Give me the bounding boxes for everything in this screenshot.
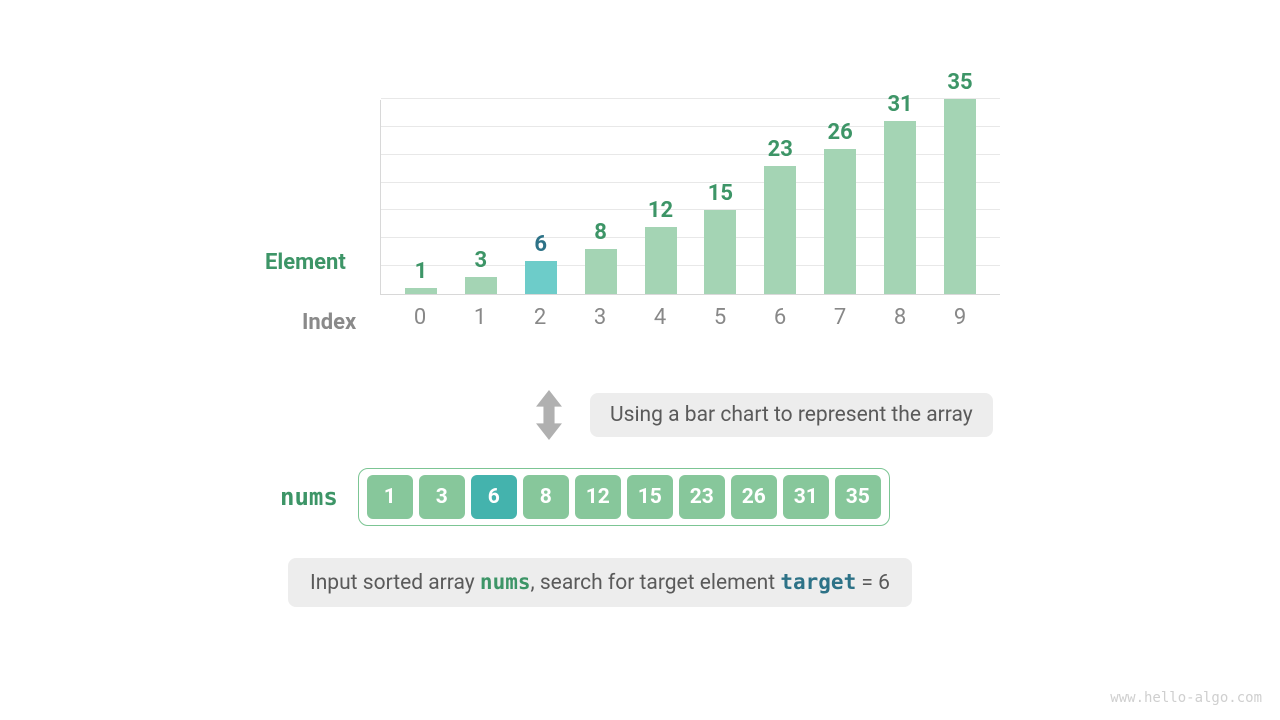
bar-value-label: 3 [475,248,488,273]
double-arrow-icon [530,390,568,440]
bar-value-label: 8 [594,220,607,245]
arrow-caption-section: Using a bar chart to represent the array [530,390,993,440]
bar-value-label: 12 [648,198,673,223]
bar [944,99,976,294]
bar [405,288,437,294]
desc-prefix: Input sorted array [310,571,480,595]
bar-group: 1 [396,259,446,294]
index-label: 4 [635,305,685,330]
bar-value-label: 15 [708,181,733,206]
index-label: 9 [935,305,985,330]
description-box: Input sorted array nums, search for targ… [288,558,912,607]
array-section: nums 1368121523263135 [280,468,890,526]
array-box: 1368121523263135 [358,468,890,526]
desc-array-name: nums [480,570,531,594]
bar-value-label: 23 [768,137,793,162]
index-label: 7 [815,305,865,330]
bar-chart: Element Index 1368121523263135 012345678… [280,100,1000,360]
bar-group: 31 [875,92,925,294]
bar [764,166,796,294]
array-cell: 31 [783,475,829,519]
array-cell: 26 [731,475,777,519]
element-axis-label: Element [265,250,346,275]
bar [824,149,856,294]
bar [704,210,736,294]
array-cell: 23 [679,475,725,519]
index-label: 3 [575,305,625,330]
bar-value-label: 6 [534,232,547,257]
desc-mid: , search for target element [531,571,781,595]
array-label: nums [280,483,338,511]
index-label: 2 [515,305,565,330]
bar-group: 26 [815,120,865,294]
desc-target-name: target [780,570,856,594]
array-cell: 1 [367,475,413,519]
array-cell: 15 [627,475,673,519]
bar [884,121,916,294]
plot-area: 1368121523263135 [380,100,1000,295]
watermark: www.hello-algo.com [1110,690,1262,706]
bar-group: 8 [576,220,626,294]
index-label: 1 [455,305,505,330]
index-label: 5 [695,305,745,330]
array-cell: 3 [419,475,465,519]
bar-value-label: 26 [828,120,853,145]
array-cell: 12 [575,475,621,519]
bar [525,261,557,294]
bar-group: 15 [695,181,745,294]
index-axis-label: Index [302,310,356,335]
bar-group: 23 [755,137,805,294]
bar [645,227,677,294]
array-cell: 6 [471,475,517,519]
bar-group: 6 [516,232,566,294]
bar-value-label: 31 [887,92,912,117]
index-label: 0 [395,305,445,330]
chart-caption: Using a bar chart to represent the array [590,393,993,437]
desc-suffix: = 6 [856,571,890,595]
bar-value-label: 1 [415,259,428,284]
bar-group: 35 [935,70,985,294]
index-row: 0123456789 [380,305,1000,330]
array-cell: 35 [835,475,881,519]
bar [585,249,617,294]
bar-group: 3 [456,248,506,294]
index-label: 8 [875,305,925,330]
bar-group: 12 [636,198,686,294]
index-label: 6 [755,305,805,330]
bar-value-label: 35 [947,70,972,95]
bar [465,277,497,294]
array-cell: 8 [523,475,569,519]
